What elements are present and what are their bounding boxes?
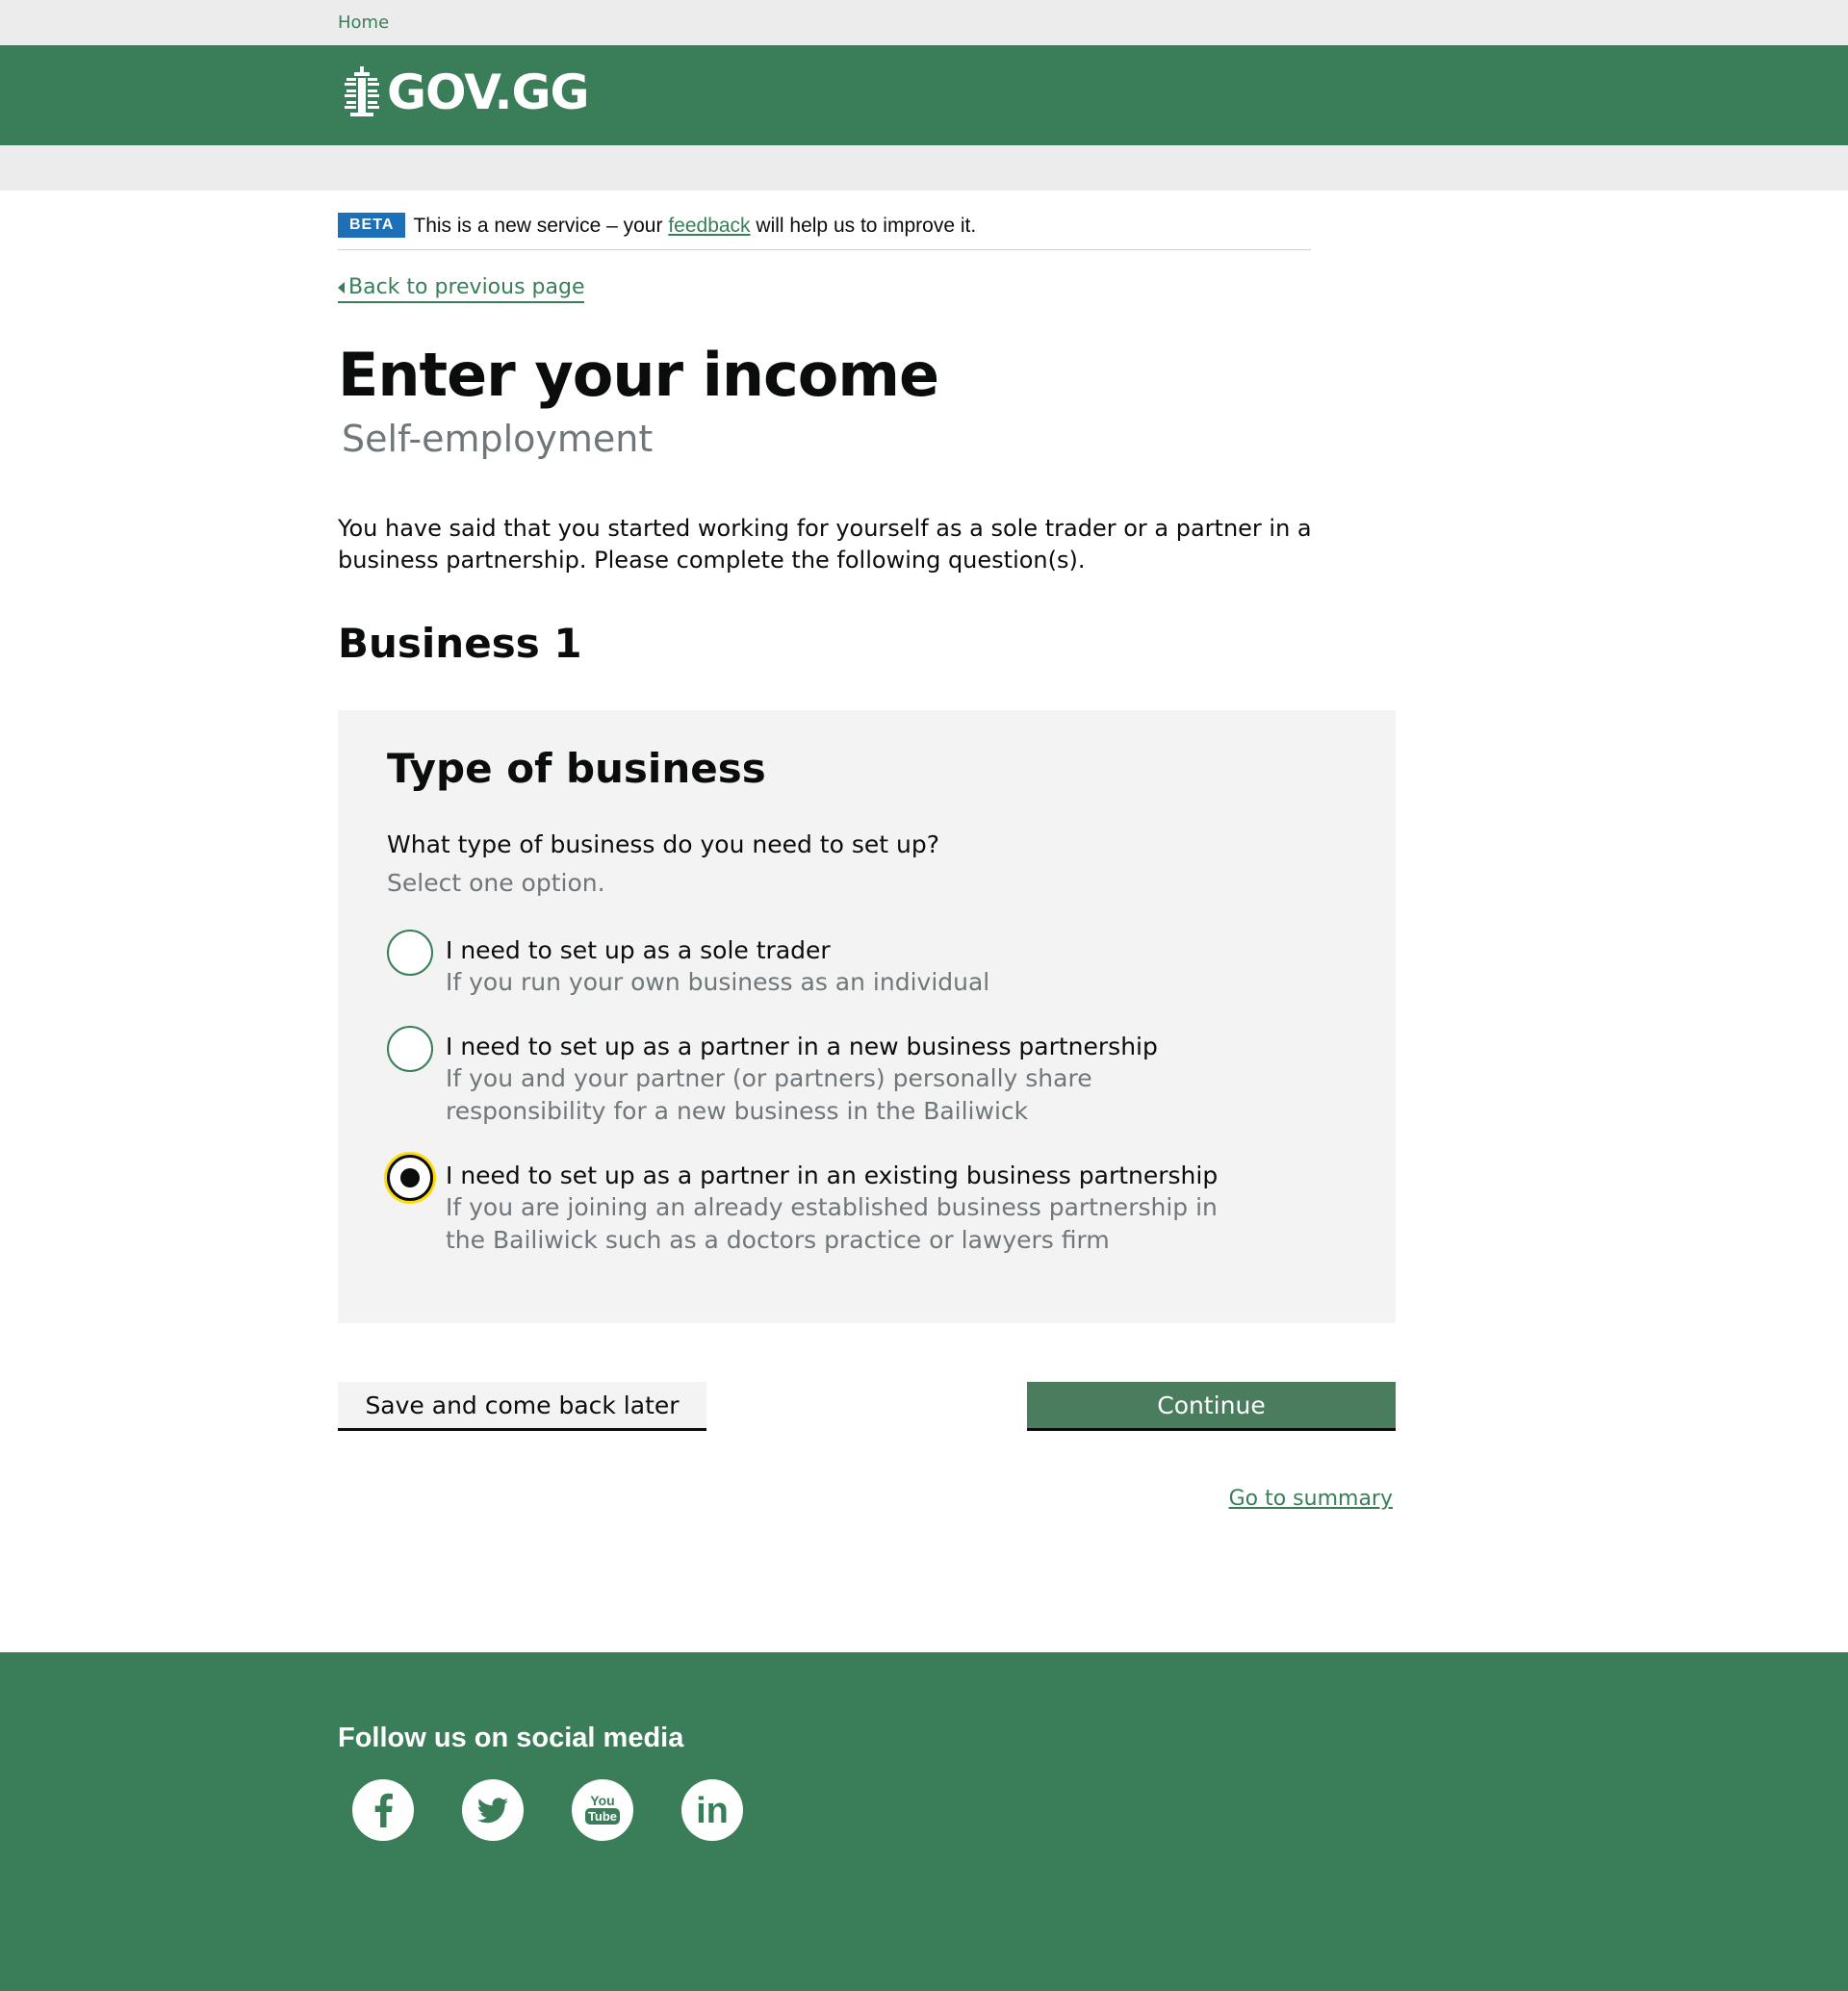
feedback-link[interactable]: feedback bbox=[668, 215, 750, 237]
facebook-icon[interactable] bbox=[352, 1779, 414, 1841]
question-hint: Select one option. bbox=[387, 869, 605, 897]
sub-bar bbox=[0, 145, 1848, 191]
youtube-text-top: You bbox=[590, 1793, 614, 1808]
panel-title: Type of business bbox=[387, 745, 766, 792]
main-content: BETA This is a new service – your feedba… bbox=[0, 191, 1848, 1652]
beta-text-before: This is a new service – your bbox=[413, 215, 663, 237]
beta-banner: BETA This is a new service – your feedba… bbox=[338, 213, 1311, 250]
back-link-label: Back to previous page bbox=[348, 275, 585, 299]
footer: Follow us on social media You Tube in bbox=[0, 1652, 1848, 1991]
home-link[interactable]: Home bbox=[338, 13, 389, 33]
linkedin-glyph: in bbox=[696, 1791, 729, 1831]
option-hint: If you are joining an already establishe… bbox=[446, 1193, 1218, 1254]
option-sole-trader[interactable]: I need to set up as a sole trader If you… bbox=[387, 930, 1235, 999]
page-title: Enter your income bbox=[338, 340, 939, 410]
continue-button[interactable]: Continue bbox=[1027, 1382, 1396, 1431]
section-heading: Business 1 bbox=[338, 620, 582, 667]
top-bar: Home bbox=[0, 0, 1848, 45]
lead-paragraph: You have said that you started working f… bbox=[338, 515, 1312, 574]
go-to-summary-link[interactable]: Go to summary bbox=[1229, 1487, 1393, 1511]
save-and-come-back-button[interactable]: Save and come back later bbox=[338, 1382, 706, 1431]
linkedin-icon[interactable]: in bbox=[681, 1779, 743, 1841]
option-hint: If you and your partner (or partners) pe… bbox=[446, 1064, 1092, 1125]
option-new-partnership[interactable]: I need to set up as a partner in a new b… bbox=[387, 1026, 1235, 1128]
option-label: I need to set up as a sole trader bbox=[446, 936, 831, 964]
youtube-glyph: You Tube bbox=[585, 1793, 620, 1825]
crest-icon bbox=[345, 66, 379, 116]
twitter-icon[interactable] bbox=[462, 1779, 524, 1841]
back-link[interactable]: Back to previous page bbox=[338, 275, 585, 303]
youtube-text-bottom: Tube bbox=[588, 1809, 617, 1824]
gov-gg-logo[interactable]: GOV.GG bbox=[343, 64, 590, 120]
option-label: I need to set up as a partner in a new b… bbox=[446, 1033, 1158, 1060]
option-text: I need to set up as a partner in an exis… bbox=[446, 1155, 1235, 1257]
option-label: I need to set up as a partner in an exis… bbox=[446, 1161, 1219, 1189]
option-hint: If you run your own business as an indiv… bbox=[446, 968, 990, 996]
masthead: GOV.GG bbox=[0, 45, 1848, 145]
radio-existing-partnership[interactable] bbox=[387, 1155, 433, 1201]
option-text: I need to set up as a partner in a new b… bbox=[446, 1026, 1235, 1128]
back-arrow-icon bbox=[338, 281, 345, 294]
youtube-icon[interactable]: You Tube bbox=[572, 1779, 633, 1841]
logo-text: GOV.GG bbox=[387, 64, 590, 120]
beta-tag: BETA bbox=[338, 213, 406, 238]
linkedin-text: in bbox=[696, 1791, 729, 1831]
footer-social-title: Follow us on social media bbox=[338, 1723, 684, 1753]
facebook-glyph bbox=[374, 1793, 393, 1827]
option-text: I need to set up as a sole trader If you… bbox=[446, 930, 1235, 999]
beta-text: This is a new service – your feedback wi… bbox=[413, 213, 976, 239]
option-existing-partnership[interactable]: I need to set up as a partner in an exis… bbox=[387, 1155, 1235, 1257]
page-caption: Self-employment bbox=[342, 418, 654, 460]
twitter-glyph bbox=[476, 1798, 508, 1824]
business-type-panel: Type of business What type of business d… bbox=[338, 710, 1396, 1323]
radio-new-partnership[interactable] bbox=[387, 1026, 433, 1072]
radio-sole-trader[interactable] bbox=[387, 930, 433, 976]
beta-text-after: will help us to improve it. bbox=[756, 215, 977, 237]
question-label: What type of business do you need to set… bbox=[387, 830, 939, 858]
